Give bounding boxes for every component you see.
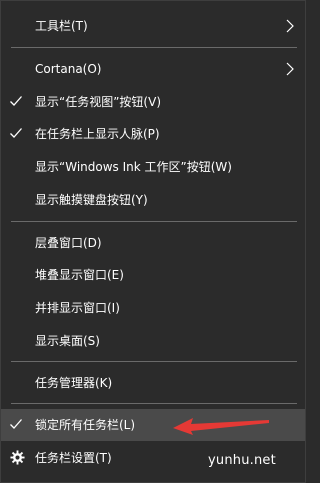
taskbar-context-menu: 工具栏(T) Cortana(O) 显示“任务视图”按钮(V) 在任务栏上显示人… [0,0,306,483]
chevron-right-icon [286,19,294,33]
menu-item-label: 显示“Windows Ink 工作区”按钮(W) [35,160,232,174]
menu-item-stack-windows[interactable]: 堆叠显示窗口(E) [1,259,305,291]
menu-separator [11,221,297,222]
menu-item-toolbars[interactable]: 工具栏(T) [1,10,305,42]
menu-item-label: 任务管理器(K) [35,376,113,390]
menu-item-task-manager[interactable]: 任务管理器(K) [1,367,305,399]
menu-item-cortana[interactable]: Cortana(O) [1,53,305,85]
menu-item-label: 显示触摸键盘按钮(Y) [35,193,148,207]
menu-item-label: 显示桌面(S) [35,334,100,348]
chevron-right-icon [286,62,294,76]
checkmark-icon [10,96,22,106]
menu-item-side-by-side-windows[interactable]: 并排显示窗口(I) [1,292,305,324]
menu-item-label: 在任务栏上显示人脉(P) [35,127,160,141]
menu-item-cascade-windows[interactable]: 层叠窗口(D) [1,227,305,259]
menu-item-label: 堆叠显示窗口(E) [35,268,124,282]
menu-item-label: 显示“任务视图”按钮(V) [35,95,162,109]
menu-separator [11,47,297,48]
menu-item-label: 锁定所有任务栏(L) [35,418,136,432]
checkmark-icon [10,419,22,429]
menu-item-label: 工具栏(T) [35,19,88,33]
menu-item-show-touch-keyboard-button[interactable]: 显示触摸键盘按钮(Y) [1,184,305,216]
menu-item-label: 任务栏设置(T) [35,451,112,465]
menu-item-label: Cortana(O) [35,62,102,76]
checkmark-icon [10,128,22,138]
menu-item-show-task-view-button[interactable]: 显示“任务视图”按钮(V) [1,86,305,118]
menu-item-show-people[interactable]: 在任务栏上显示人脉(P) [1,118,305,150]
watermark-text: yunhu.net [208,453,276,468]
menu-separator [11,403,297,404]
menu-item-show-windows-ink-button[interactable]: 显示“Windows Ink 工作区”按钮(W) [1,151,305,183]
gear-icon [10,450,25,465]
menu-item-show-desktop[interactable]: 显示桌面(S) [1,325,305,357]
menu-item-label: 并排显示窗口(I) [35,301,120,315]
red-arrow-icon [173,418,269,435]
menu-item-label: 层叠窗口(D) [35,236,102,250]
menu-separator [11,361,297,362]
